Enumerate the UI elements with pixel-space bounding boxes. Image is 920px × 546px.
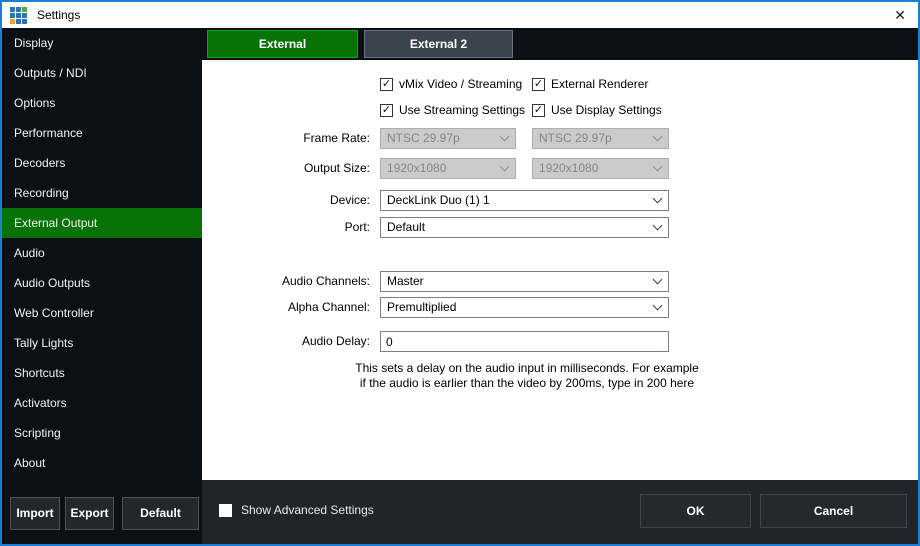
- cancel-button[interactable]: Cancel: [760, 494, 907, 528]
- checkbox-check-icon[interactable]: ✓: [380, 104, 393, 117]
- show-advanced-settings-label: Show Advanced Settings: [241, 503, 374, 517]
- tab-external-2[interactable]: External 2: [364, 30, 513, 58]
- audio-channels-value: Master: [387, 272, 654, 291]
- device-row: Device: DeckLink Duo (1) 1: [202, 190, 918, 211]
- checkbox-check-icon[interactable]: ✓: [532, 104, 545, 117]
- import-button[interactable]: Import: [10, 497, 60, 530]
- dialog-footer: Show Advanced Settings OK Cancel: [202, 480, 918, 544]
- device-value: DeckLink Duo (1) 1: [387, 191, 654, 210]
- audio-channels-row: Audio Channels: Master: [202, 271, 918, 292]
- device-label: Device:: [202, 190, 370, 211]
- device-select[interactable]: DeckLink Duo (1) 1: [380, 190, 669, 211]
- audio-delay-input[interactable]: [380, 331, 669, 352]
- sidebar-item-about[interactable]: About: [2, 448, 202, 478]
- audio-channels-label: Audio Channels:: [202, 271, 370, 292]
- sidebar-item-outputs-ndi[interactable]: Outputs / NDI: [2, 58, 202, 88]
- sidebar-item-shortcuts[interactable]: Shortcuts: [2, 358, 202, 388]
- external-renderer-checkbox[interactable]: ✓ External Renderer: [532, 77, 648, 91]
- output-size-value-1: 1920x1080: [387, 159, 501, 178]
- alpha-channel-label: Alpha Channel:: [202, 297, 370, 318]
- chevron-down-icon: [653, 221, 663, 231]
- checkbox-unchecked-icon[interactable]: [219, 504, 232, 517]
- sidebar-item-audio[interactable]: Audio: [2, 238, 202, 268]
- tab-bar: External External 2: [202, 28, 918, 60]
- audio-delay-help-text: This sets a delay on the audio input in …: [352, 361, 702, 391]
- audio-delay-row: Audio Delay:: [202, 331, 918, 352]
- window-title: Settings: [37, 8, 80, 22]
- frame-rate-row: Frame Rate: NTSC 29.97p NTSC 29.97p: [202, 128, 918, 149]
- alpha-channel-value: Premultiplied: [387, 298, 654, 317]
- port-value: Default: [387, 218, 654, 237]
- default-button[interactable]: Default: [122, 497, 199, 530]
- output-size-select-2[interactable]: 1920x1080: [532, 158, 669, 179]
- settings-sidebar: Display Outputs / NDI Options Performanc…: [2, 28, 202, 544]
- tab-external[interactable]: External: [207, 30, 358, 58]
- settings-window: Settings ✕ Display Outputs / NDI Options…: [0, 0, 920, 546]
- window-body: Display Outputs / NDI Options Performanc…: [2, 28, 918, 544]
- sidebar-item-recording[interactable]: Recording: [2, 178, 202, 208]
- sidebar-item-scripting[interactable]: Scripting: [2, 418, 202, 448]
- export-button[interactable]: Export: [65, 497, 114, 530]
- use-display-settings-checkbox[interactable]: ✓ Use Display Settings: [532, 103, 662, 117]
- chevron-down-icon: [653, 194, 663, 204]
- sidebar-item-tally-lights[interactable]: Tally Lights: [2, 328, 202, 358]
- chevron-down-icon: [500, 132, 510, 142]
- port-select[interactable]: Default: [380, 217, 669, 238]
- sidebar-item-display[interactable]: Display: [2, 28, 202, 58]
- external-output-panel: ✓ vMix Video / Streaming ✓ External Rend…: [202, 60, 918, 480]
- use-streaming-settings-checkbox[interactable]: ✓ Use Streaming Settings: [380, 103, 525, 117]
- output-size-label: Output Size:: [202, 158, 370, 179]
- main-panel: External External 2 ✓ vMix Video / Strea…: [202, 28, 918, 544]
- chevron-down-icon: [653, 162, 663, 172]
- chevron-down-icon: [653, 132, 663, 142]
- checkbox-check-icon[interactable]: ✓: [380, 78, 393, 91]
- chevron-down-icon: [500, 162, 510, 172]
- sidebar-item-activators[interactable]: Activators: [2, 388, 202, 418]
- use-streaming-settings-label: Use Streaming Settings: [399, 103, 525, 117]
- port-row: Port: Default: [202, 217, 918, 238]
- chevron-down-icon: [653, 275, 663, 285]
- chevron-down-icon: [653, 301, 663, 311]
- sidebar-item-decoders[interactable]: Decoders: [2, 148, 202, 178]
- alpha-channel-select[interactable]: Premultiplied: [380, 297, 669, 318]
- audio-channels-select[interactable]: Master: [380, 271, 669, 292]
- show-advanced-settings-checkbox[interactable]: Show Advanced Settings: [219, 503, 374, 517]
- sidebar-item-options[interactable]: Options: [2, 88, 202, 118]
- external-renderer-label: External Renderer: [551, 77, 648, 91]
- port-label: Port:: [202, 217, 370, 238]
- frame-rate-value-1: NTSC 29.97p: [387, 129, 501, 148]
- frame-rate-label: Frame Rate:: [202, 128, 370, 149]
- vmix-logo-icon: [10, 7, 27, 24]
- close-icon[interactable]: ✕: [894, 5, 906, 25]
- frame-rate-value-2: NTSC 29.97p: [539, 129, 654, 148]
- audio-delay-label: Audio Delay:: [202, 331, 370, 352]
- vmix-video-streaming-label: vMix Video / Streaming: [399, 77, 522, 91]
- ok-button[interactable]: OK: [640, 494, 751, 528]
- sidebar-item-audio-outputs[interactable]: Audio Outputs: [2, 268, 202, 298]
- output-size-value-2: 1920x1080: [539, 159, 654, 178]
- frame-rate-select-2[interactable]: NTSC 29.97p: [532, 128, 669, 149]
- vmix-video-streaming-checkbox[interactable]: ✓ vMix Video / Streaming: [380, 77, 522, 91]
- output-size-row: Output Size: 1920x1080 1920x1080: [202, 158, 918, 179]
- alpha-channel-row: Alpha Channel: Premultiplied: [202, 297, 918, 318]
- checkbox-check-icon[interactable]: ✓: [532, 78, 545, 91]
- sidebar-item-external-output[interactable]: External Output: [2, 208, 202, 238]
- sidebar-item-web-controller[interactable]: Web Controller: [2, 298, 202, 328]
- frame-rate-select-1[interactable]: NTSC 29.97p: [380, 128, 516, 149]
- sidebar-item-performance[interactable]: Performance: [2, 118, 202, 148]
- output-size-select-1[interactable]: 1920x1080: [380, 158, 516, 179]
- title-bar: Settings ✕: [2, 2, 918, 28]
- use-display-settings-label: Use Display Settings: [551, 103, 662, 117]
